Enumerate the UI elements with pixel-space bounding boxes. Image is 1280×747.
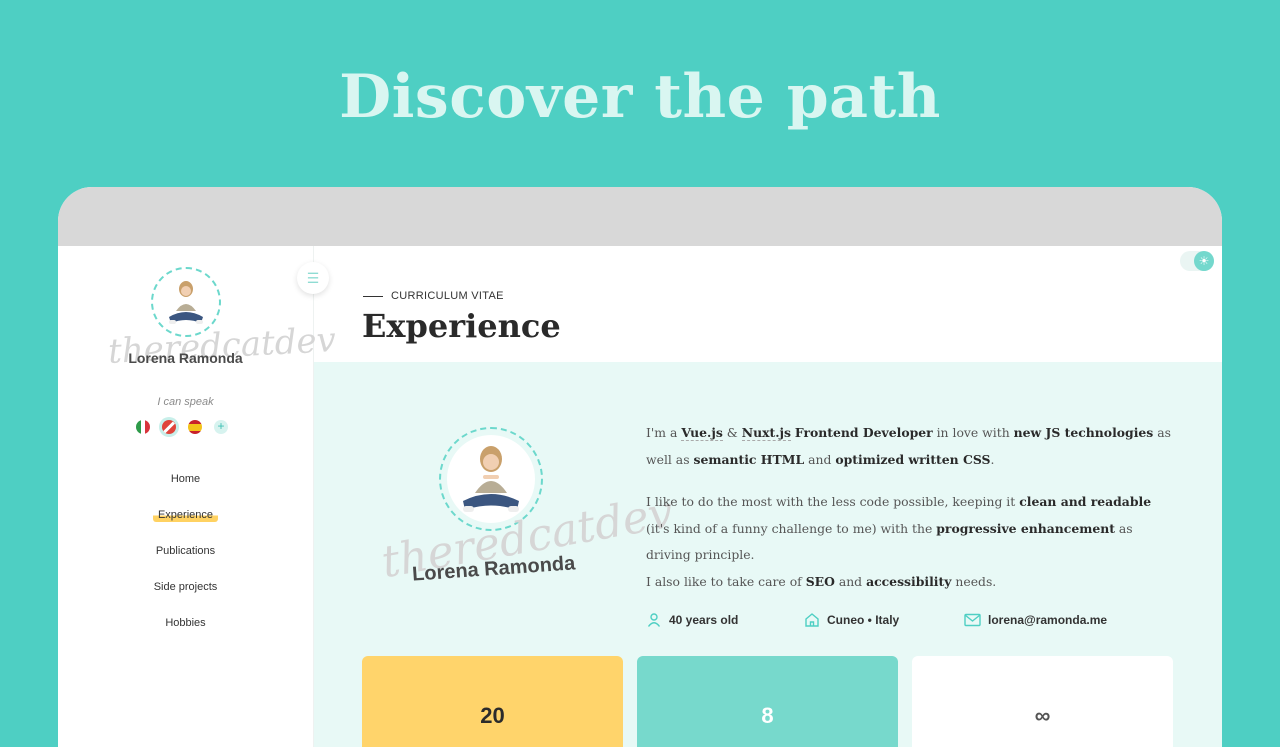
avatar-photo xyxy=(157,273,215,331)
add-language-button[interactable]: + xyxy=(214,420,228,434)
stat-value: ∞ xyxy=(1034,703,1051,728)
bio-text: I'm a Vue.js & Nuxt.js Frontend Develope… xyxy=(646,425,1171,589)
languages-label: I can speak xyxy=(157,396,214,408)
window-title-bar xyxy=(58,187,1222,246)
stat-card-years: 20 xyxy=(362,656,623,747)
nav-item-hobbies[interactable]: Hobbies xyxy=(58,605,313,641)
stat-value: 8 xyxy=(761,703,774,728)
stats-cards: 20 8 ∞ xyxy=(362,656,1173,747)
home-icon xyxy=(805,613,819,627)
profile-photo xyxy=(447,435,535,523)
fact-age: 40 years old xyxy=(646,612,804,628)
fact-email[interactable]: lorena@ramonda.me xyxy=(964,612,1107,628)
sidebar: theredcatdev Lorena Ramonda I can speak … xyxy=(58,246,337,747)
hamburger-icon: ☰ xyxy=(306,269,320,286)
profile-facts: 40 years old Cuneo • Italy lorena@ramond… xyxy=(646,612,1107,628)
language-list: + xyxy=(136,417,228,437)
nav-item-publications[interactable]: Publications xyxy=(58,533,313,569)
browser-window: theredcatdev Lorena Ramonda I can speak … xyxy=(58,187,1222,747)
hero-title: Discover the path xyxy=(339,62,941,132)
theme-toggle[interactable]: ☀ xyxy=(1180,251,1214,271)
experience-intro: theredcatdev Lorena Ramonda I'm a Vue.js… xyxy=(314,362,1222,747)
piedmontese-flag-icon[interactable] xyxy=(159,417,179,437)
spanish-flag-icon[interactable] xyxy=(188,420,202,434)
stat-value: 20 xyxy=(480,703,505,728)
stat-card-infinity: ∞ xyxy=(912,656,1173,747)
profile-name: Lorena Ramonda xyxy=(128,350,243,366)
mail-icon xyxy=(964,613,981,627)
fact-location: Cuneo • Italy xyxy=(804,612,964,628)
menu-toggle-button[interactable]: ☰ xyxy=(297,262,329,294)
main-nav: Home Experience Publications Side projec… xyxy=(58,461,313,641)
italian-flag-icon[interactable] xyxy=(136,420,150,434)
user-icon xyxy=(647,613,661,627)
section-kicker: CURRICULUM VITAE xyxy=(363,290,504,302)
nav-item-home[interactable]: Home xyxy=(58,461,313,497)
nav-item-experience[interactable]: Experience xyxy=(58,497,313,533)
stat-card-projects: 8 xyxy=(637,656,898,747)
sun-icon: ☀ xyxy=(1194,251,1214,271)
page-title: Experience xyxy=(362,307,561,345)
nav-item-side-projects[interactable]: Side projects xyxy=(58,569,313,605)
